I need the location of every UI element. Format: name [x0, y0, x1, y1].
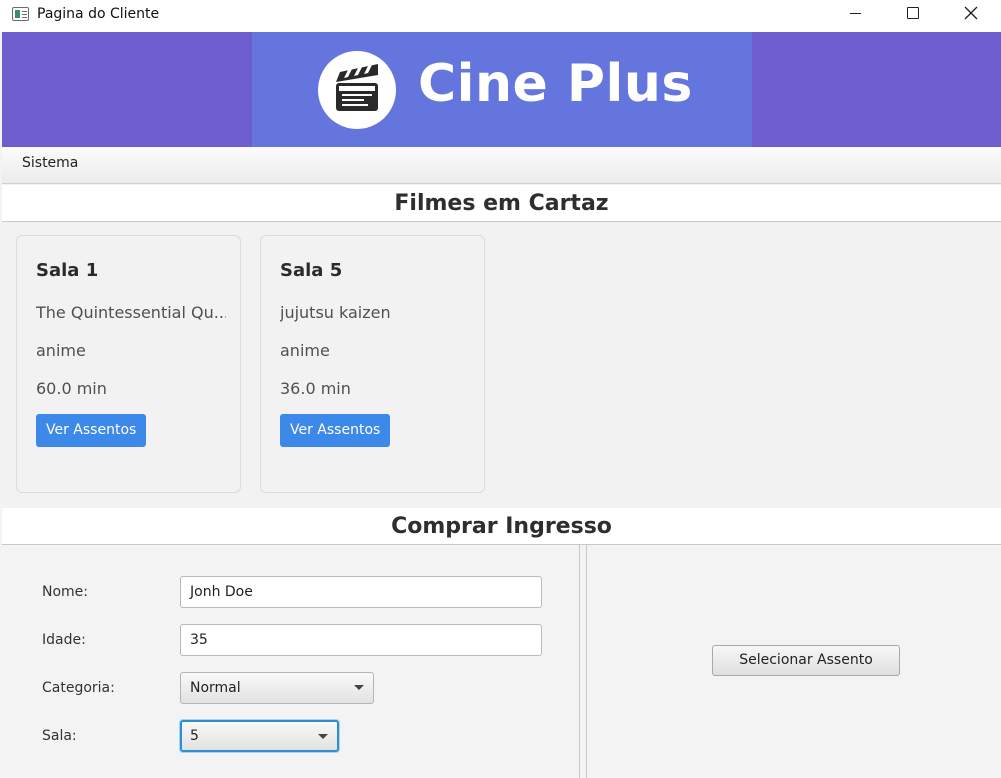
- brand-banner: Cine Plus: [2, 32, 1001, 147]
- menu-sistema[interactable]: Sistema: [22, 155, 78, 171]
- category-select-value: Normal: [190, 680, 241, 696]
- app-window-icon: [12, 7, 29, 21]
- movies-section-title: Filmes em Cartaz: [2, 185, 1001, 222]
- name-label: Nome:: [42, 584, 89, 600]
- name-field[interactable]: Jonh Doe: [180, 576, 542, 608]
- movie-room: Sala 5: [280, 260, 343, 281]
- minimize-icon: [849, 12, 861, 14]
- chevron-down-icon: [318, 734, 328, 739]
- category-label: Categoria:: [42, 680, 115, 696]
- logo-badge: [318, 51, 396, 129]
- room-select-value: 5: [190, 728, 199, 744]
- movie-genre: anime: [36, 341, 86, 360]
- movie-genre: anime: [280, 341, 330, 360]
- movie-room: Sala 1: [36, 260, 99, 281]
- seat-selection-panel: Selecionar Assento: [586, 545, 1001, 778]
- room-label: Sala:: [42, 728, 77, 744]
- movies-list: Sala 1 The Quintessential Qu... anime 60…: [2, 222, 1001, 508]
- brand-name: Cine Plus: [418, 54, 693, 114]
- age-field[interactable]: 35: [180, 624, 542, 656]
- room-select[interactable]: 5: [180, 720, 339, 752]
- chevron-down-icon: [354, 685, 364, 690]
- banner-logo-area: Cine Plus: [252, 32, 752, 147]
- menu-bar: Sistema: [2, 147, 1001, 184]
- view-seats-button[interactable]: Ver Assentos: [36, 414, 147, 447]
- movie-duration: 36.0 min: [280, 379, 351, 398]
- close-button[interactable]: [942, 0, 1000, 28]
- category-select[interactable]: Normal: [180, 672, 374, 704]
- movie-card: Sala 1 The Quintessential Qu... anime 60…: [16, 235, 241, 493]
- clapperboard-icon: [336, 64, 378, 111]
- close-icon: [964, 6, 978, 20]
- movie-title: jujutsu kaizen: [280, 303, 391, 322]
- maximize-button[interactable]: [884, 0, 942, 28]
- purchase-form: Nome: Jonh Doe Idade: 35 Categoria: Norm…: [2, 545, 580, 778]
- age-label: Idade:: [42, 632, 86, 648]
- select-seat-button[interactable]: Selecionar Assento: [712, 645, 900, 676]
- minimize-button[interactable]: [826, 0, 884, 28]
- movie-card: Sala 5 jujutsu kaizen anime 36.0 min Ver…: [260, 235, 485, 493]
- movie-title: The Quintessential Qu...: [36, 303, 226, 322]
- purchase-section-title: Comprar Ingresso: [2, 508, 1001, 545]
- window-titlebar[interactable]: Pagina do Cliente: [0, 0, 1001, 32]
- maximize-icon: [907, 7, 919, 19]
- view-seats-button[interactable]: Ver Assentos: [280, 414, 391, 447]
- window-title: Pagina do Cliente: [37, 6, 160, 22]
- movie-duration: 60.0 min: [36, 379, 107, 398]
